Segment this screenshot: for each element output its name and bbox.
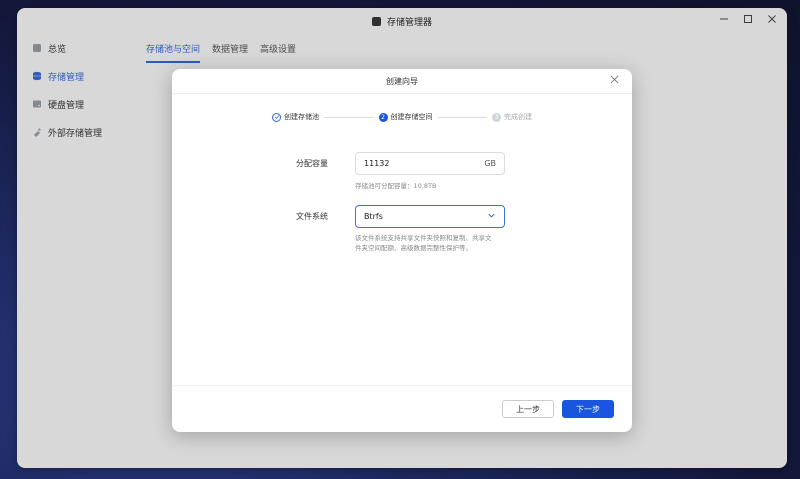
filesystem-hint: 该文件系统支持共享文件夹快照和复制、共享文 件夹空间配额、高级数据完整性保护等。 — [355, 233, 492, 253]
previous-button[interactable]: 上一步 — [502, 400, 554, 418]
capacity-value: 11132 — [364, 159, 390, 168]
chevron-down-icon — [487, 211, 496, 222]
check-icon — [272, 112, 281, 122]
dialog-header: 创建向导 — [172, 69, 632, 94]
dialog-close-button[interactable] — [610, 75, 620, 85]
step-create-volume: 2 创建存储空间 — [378, 112, 433, 122]
step-number: 3 — [492, 112, 501, 122]
step-create-pool: 创建存储池 — [272, 112, 319, 122]
capacity-label: 分配容量 — [296, 159, 328, 168]
dialog-footer: 上一步 下一步 — [172, 385, 632, 432]
step-connector — [437, 116, 487, 118]
filesystem-label: 文件系统 — [296, 212, 328, 221]
step-connector — [324, 116, 374, 118]
step-label: 创建存储池 — [284, 113, 319, 121]
close-icon — [610, 75, 619, 84]
filesystem-value: Btrfs — [364, 212, 383, 221]
capacity-input[interactable]: 11132 GB — [355, 152, 505, 175]
dialog-title: 创建向导 — [386, 76, 418, 86]
filesystem-hint-line: 该文件系统支持共享文件夹快照和复制、共享文 — [355, 234, 492, 242]
capacity-hint: 存储池可分配容量：10.8TB — [355, 182, 437, 190]
step-label: 完成创建 — [504, 113, 532, 121]
filesystem-hint-line: 件夹空间配额、高级数据完整性保护等。 — [355, 244, 472, 252]
step-finish: 3 完成创建 — [492, 112, 532, 122]
wizard-steps: 创建存储池 2 创建存储空间 3 完成创建 — [272, 110, 532, 124]
filesystem-select[interactable]: Btrfs — [355, 205, 505, 228]
step-number: 2 — [378, 112, 388, 122]
create-wizard-dialog: 创建向导 创建存储池 2 创建存储空间 3 完成创建 分配容量 11132 GB… — [172, 69, 632, 432]
step-label: 创建存储空间 — [390, 113, 433, 121]
next-button[interactable]: 下一步 — [562, 400, 614, 418]
capacity-unit: GB — [484, 159, 496, 168]
